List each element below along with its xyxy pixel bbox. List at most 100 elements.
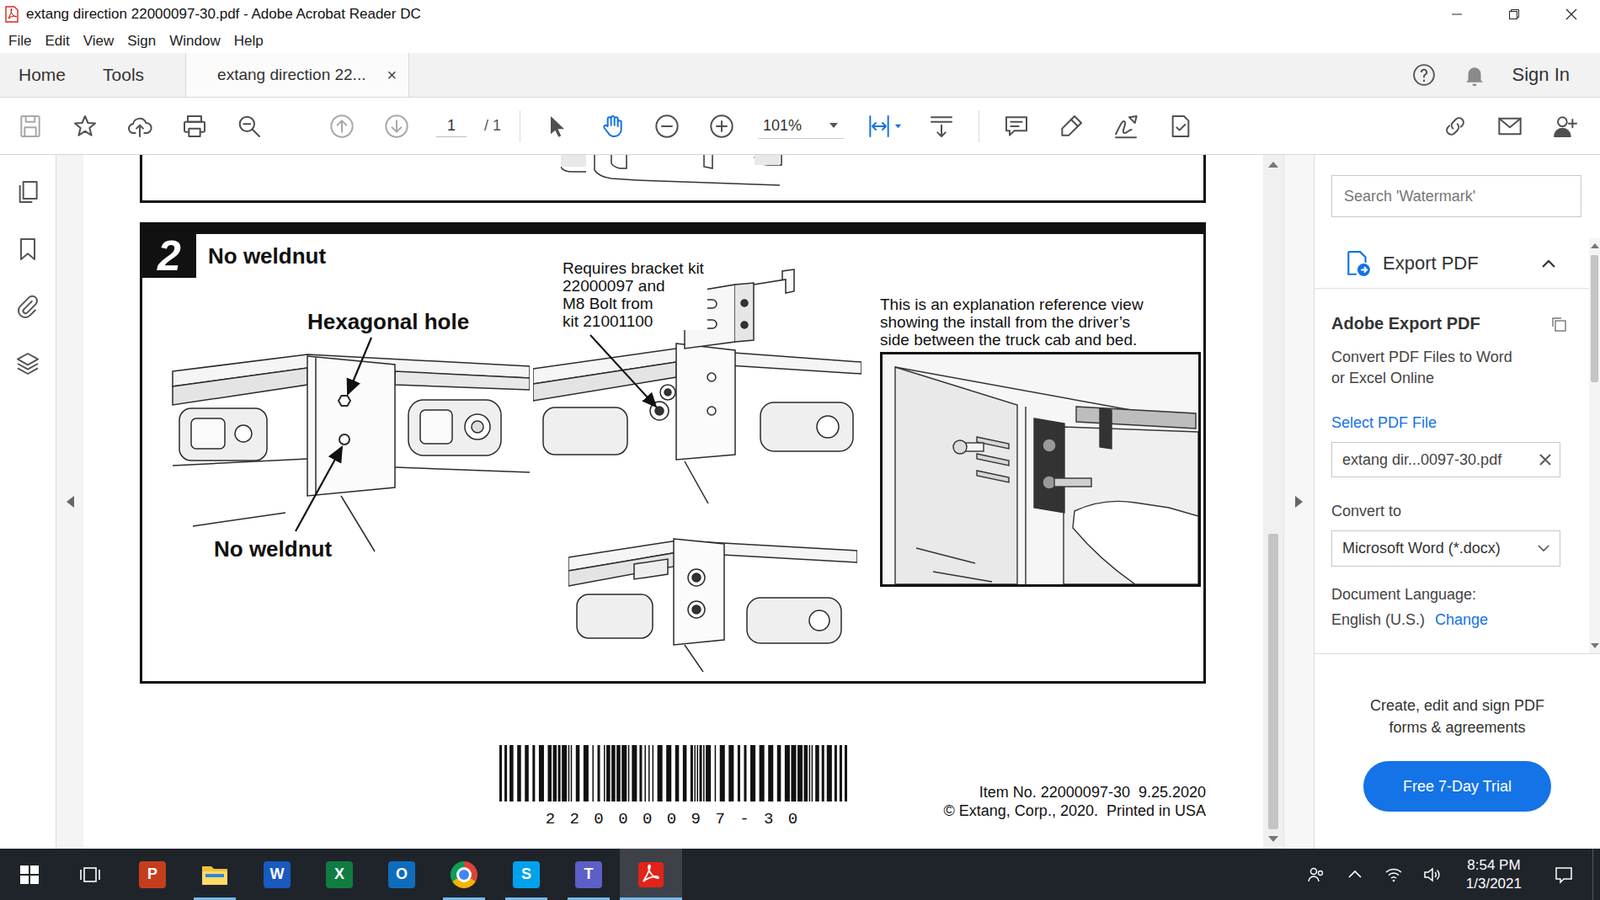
tab[interactable]: Tools [84,53,163,97]
menu-item[interactable]: Sign [127,32,156,50]
add-person-icon [1551,112,1579,140]
find-button[interactable] [230,107,268,145]
scroll-mode-button[interactable] [922,107,960,145]
toolbar: 1/ 1101% [0,97,1600,155]
taskbar-app[interactable] [619,848,683,900]
action-center-icon[interactable] [1553,864,1574,886]
signature-pen-icon [1112,112,1140,140]
menu-item[interactable]: Window [169,32,220,50]
minimize-icon [1450,8,1463,21]
chrome-icon [450,861,478,889]
close-button[interactable] [1542,0,1600,29]
no-weldnut-label: No weldnut [213,536,332,563]
change-language-link[interactable]: Change [1434,611,1488,630]
task-view-button[interactable] [58,848,122,900]
more-tools-button[interactable] [1162,107,1200,145]
people-icon[interactable] [1306,864,1327,886]
comment-button[interactable] [997,107,1035,145]
menu-item[interactable]: Edit [44,32,70,50]
taskbar-app[interactable]: O [370,848,433,900]
hand-tool-button[interactable] [593,107,631,145]
clock-time: 8:54 PM [1466,856,1522,875]
show-desktop-button[interactable] [1592,848,1600,900]
menu-bar: File Edit View Sign Window Help [0,28,1600,54]
add-user-button[interactable] [1546,107,1584,145]
taskbar-app[interactable]: X [308,848,371,900]
upload-button[interactable] [121,107,159,145]
fit-page-button[interactable] [861,107,906,145]
sign-button[interactable] [1107,107,1145,145]
pane-scroll-up-icon[interactable] [1590,243,1600,249]
layers-icon[interactable] [14,350,42,378]
navigation-pane [0,154,57,849]
zoom-out-button[interactable] [648,107,686,145]
format-dropdown[interactable]: Microsoft Word (*.docx) [1331,530,1561,567]
barcode-bars [499,745,848,802]
bookmark-star-button[interactable] [66,107,104,145]
file-name: extang dir...0097-30.pdf [1342,451,1502,470]
left-pane-toggle[interactable] [56,154,84,849]
pane-scroll-thumb[interactable] [1590,255,1599,383]
scroll-up-icon[interactable] [1268,161,1279,168]
tab[interactable]: Home [0,53,85,97]
highlight-button[interactable] [1052,107,1090,145]
note-line: 22000097 and [562,277,704,295]
previous-page-button[interactable] [323,107,361,145]
scroll-down-icon[interactable] [1268,836,1279,843]
page-number-field[interactable]: 1 [436,115,467,138]
title-bar: extang direction 22000097-30.pdf - Adobe… [0,0,1600,29]
format-value: Microsoft Word (*.docx) [1342,539,1501,558]
taskbar-app[interactable]: T [557,848,620,900]
copy-icon[interactable] [1550,315,1568,333]
free-trial-button[interactable]: Free 7-Day Trial [1363,761,1552,812]
help-icon[interactable] [1411,62,1437,88]
taskbar-app[interactable]: P [121,848,184,900]
next-page-button[interactable] [378,107,416,145]
bookmark-icon[interactable] [14,235,42,263]
restore-button[interactable] [1485,0,1543,29]
right-pane-toggle[interactable] [1283,154,1314,849]
select-tool-button[interactable] [538,107,576,145]
note-line: This is an explanation reference view [880,295,1204,314]
tab[interactable]: extang direction 22... × [185,53,410,97]
menu-item[interactable]: File [8,32,32,50]
menu-item[interactable]: View [83,32,115,50]
select-pdf-link[interactable]: Select PDF File [1331,414,1573,432]
document-scrollbar[interactable] [1263,154,1284,849]
clock[interactable]: 8:54 PM1/3/2021 [1461,856,1527,894]
page-thumbnails-icon[interactable] [14,178,42,206]
clear-file-icon[interactable] [1539,453,1552,466]
taskbar-app[interactable]: W [245,848,309,900]
minimize-button[interactable] [1428,0,1486,29]
pane-scrollbar[interactable] [1589,238,1600,654]
item-info-line: © Extang, Corp., 2020. Printed in USA [944,801,1206,821]
menu-item[interactable]: Help [234,32,264,50]
taskbar-app[interactable] [183,848,246,900]
volume-speaker-icon[interactable] [1422,864,1443,886]
step-1-figure [560,154,831,201]
tab-label: extang direction 22... [217,65,366,85]
notifications-bell-icon[interactable] [1461,62,1488,88]
tab-close-button[interactable]: × [386,65,397,86]
hand-icon [598,112,626,140]
taskbar-app[interactable]: S [495,848,558,900]
app-tile-icon: X [325,861,353,889]
start-button[interactable] [0,848,59,900]
email-button[interactable] [1491,107,1529,145]
note-line: M8 Bolt from [562,294,704,313]
selected-file-field[interactable]: extang dir...0097-30.pdf [1331,442,1561,478]
export-pdf-header[interactable]: Export PDF [1314,238,1590,289]
tools-search-field[interactable]: Search 'Watermark' [1331,175,1582,218]
print-button[interactable] [176,107,214,145]
sign-in-button[interactable]: Sign In [1512,64,1571,86]
paperclip-icon[interactable] [14,293,42,320]
scroll-thumb[interactable] [1268,533,1279,830]
pane-scroll-down-icon[interactable] [1590,643,1600,649]
taskbar-app[interactable] [432,848,496,900]
wifi-network-icon[interactable] [1383,864,1404,886]
show-hidden-icons-caret-icon[interactable] [1344,864,1366,886]
share-link-button[interactable] [1436,107,1474,145]
save-button[interactable] [11,107,49,145]
zoom-dropdown[interactable]: 101% [757,113,844,139]
zoom-in-button[interactable] [703,107,741,145]
